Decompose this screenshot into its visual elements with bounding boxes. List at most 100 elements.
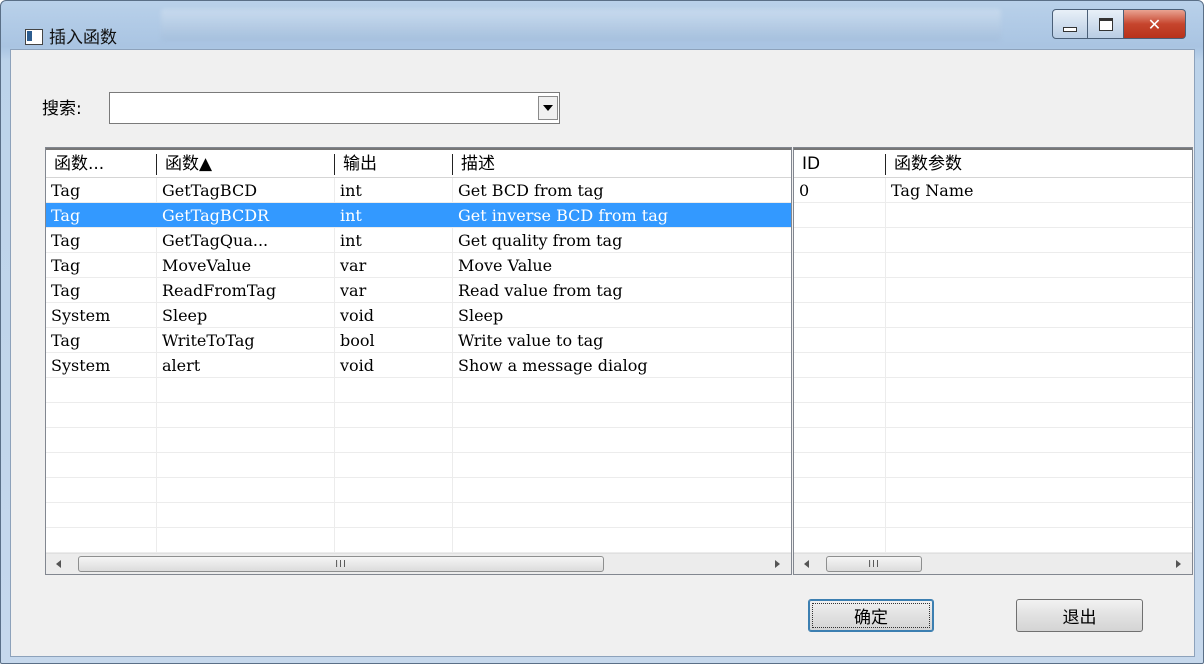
empty-row <box>46 453 791 478</box>
scroll-grip: III <box>335 558 347 570</box>
cell-name: alert <box>162 356 201 375</box>
empty-row <box>794 503 1192 528</box>
cell-description: Get inverse BCD from tag <box>458 206 668 225</box>
cell-description: Move Value <box>458 256 553 275</box>
cell-id: 0 <box>799 181 810 200</box>
empty-row <box>794 228 1192 253</box>
cell-category: Tag <box>51 181 81 200</box>
chevron-down-icon <box>543 105 553 111</box>
cell-category: System <box>51 356 111 375</box>
close-icon: ✕ <box>1147 14 1162 34</box>
arrow-right-icon <box>1175 560 1181 568</box>
empty-row <box>794 428 1192 453</box>
cell-output: void <box>340 356 375 375</box>
table-row[interactable]: System Sleep void Sleep <box>46 303 791 328</box>
maximize-button[interactable] <box>1088 9 1124 39</box>
empty-row <box>794 478 1192 503</box>
cell-name: GetTagBCD <box>162 181 258 200</box>
functions-list-header: 函数... 函数▲ 输出 描述 <box>46 148 791 178</box>
empty-row <box>794 328 1192 353</box>
cell-output: int <box>340 206 362 225</box>
functions-list[interactable]: 函数... 函数▲ 输出 描述 Tag GetTagBCD int Get BCD f… <box>45 147 792 575</box>
cell-output: int <box>340 231 362 250</box>
empty-row <box>46 403 791 428</box>
app-icon <box>25 29 43 45</box>
exit-button[interactable]: 退出 <box>1016 599 1143 632</box>
empty-row <box>794 203 1192 228</box>
empty-row <box>46 503 791 528</box>
column-header-category[interactable]: 函数... <box>46 150 156 178</box>
parameters-list[interactable]: ID 函数参数 0 Tag Name III <box>793 147 1193 575</box>
cell-category: Tag <box>51 331 81 350</box>
horizontal-scrollbar[interactable]: III <box>794 553 1192 574</box>
empty-row <box>794 528 1192 553</box>
title-bar-background-blur <box>161 9 1001 41</box>
cell-description: Get quality from tag <box>458 231 623 250</box>
horizontal-scrollbar[interactable]: III <box>46 553 791 574</box>
dialog-client-area: 搜索: 函数... 函数▲ 输出 描述 Tag GetTagBCD int Get B… <box>10 49 1195 657</box>
table-row[interactable]: Tag ReadFromTag var Read value from tag <box>46 278 791 303</box>
cell-name: GetTagBCDR <box>162 206 270 225</box>
table-row[interactable]: System alert void Show a message dialog <box>46 353 791 378</box>
cell-name: MoveValue <box>162 256 252 275</box>
empty-row <box>794 303 1192 328</box>
empty-row <box>794 453 1192 478</box>
dialog-window: 插入函数 ✕ 搜索: 函数... 函数▲ 输出 描述 Tag GetTagBCD… <box>0 0 1204 664</box>
cell-output: bool <box>340 331 375 350</box>
scroll-left-button[interactable] <box>796 554 816 574</box>
minimize-button[interactable] <box>1052 9 1088 39</box>
column-header-params[interactable]: 函数参数 <box>886 150 1186 178</box>
arrow-right-icon <box>774 560 780 568</box>
ok-button[interactable]: 确定 <box>808 599 934 632</box>
cell-name: WriteToTag <box>162 331 255 350</box>
exit-button-label: 退出 <box>1062 608 1097 628</box>
search-input[interactable] <box>110 93 526 123</box>
arrow-left-icon <box>55 560 61 568</box>
parameters-list-header: ID 函数参数 <box>794 148 1192 178</box>
table-row[interactable]: Tag GetTagBCDR int Get inverse BCD from tag <box>46 203 791 228</box>
cell-category: Tag <box>51 231 81 250</box>
focus-rectangle <box>812 603 930 628</box>
scroll-grip: III <box>868 558 880 570</box>
close-button[interactable]: ✕ <box>1124 9 1186 39</box>
cell-category: System <box>51 306 111 325</box>
empty-row <box>794 353 1192 378</box>
cell-description: Get BCD from tag <box>458 181 604 200</box>
empty-row <box>794 378 1192 403</box>
minimize-icon <box>1063 26 1077 32</box>
table-row[interactable]: Tag MoveValue var Move Value <box>46 253 791 278</box>
column-header-description[interactable]: 描述 <box>453 150 791 178</box>
cell-category: Tag <box>51 281 81 300</box>
cell-param: Tag Name <box>891 181 974 200</box>
table-row[interactable]: Tag GetTagBCD int Get BCD from tag <box>46 178 791 203</box>
cell-name: GetTagQua... <box>162 231 269 250</box>
empty-row <box>794 403 1192 428</box>
maximize-icon <box>1098 17 1113 31</box>
scroll-thumb[interactable]: III <box>78 556 604 572</box>
cell-description: Write value to tag <box>458 331 604 350</box>
scroll-right-button[interactable] <box>1168 554 1188 574</box>
caption-buttons: ✕ <box>1052 9 1186 39</box>
scroll-thumb[interactable]: III <box>826 556 922 572</box>
table-row[interactable]: 0 Tag Name <box>794 178 1192 203</box>
scroll-left-button[interactable] <box>48 554 68 574</box>
dropdown-button[interactable] <box>538 96 558 120</box>
column-header-function[interactable]: 函数▲ <box>157 150 334 178</box>
cell-output: int <box>340 181 362 200</box>
cell-category: Tag <box>51 206 81 225</box>
table-row[interactable]: Tag GetTagQua... int Get quality from tag <box>46 228 791 253</box>
column-header-output[interactable]: 输出 <box>335 150 452 178</box>
cell-description: Read value from tag <box>458 281 623 300</box>
empty-row <box>46 478 791 503</box>
title-bar[interactable]: 插入函数 ✕ <box>1 1 1203 49</box>
cell-description: Show a message dialog <box>458 356 648 375</box>
empty-row <box>46 528 791 553</box>
cell-output: var <box>340 256 367 275</box>
table-row[interactable]: Tag WriteToTag bool Write value to tag <box>46 328 791 353</box>
cell-category: Tag <box>51 256 81 275</box>
column-header-id[interactable]: ID <box>794 150 885 178</box>
search-combobox[interactable] <box>109 92 560 124</box>
cell-name: ReadFromTag <box>162 281 277 300</box>
scroll-right-button[interactable] <box>767 554 787 574</box>
search-label: 搜索: <box>42 99 82 119</box>
